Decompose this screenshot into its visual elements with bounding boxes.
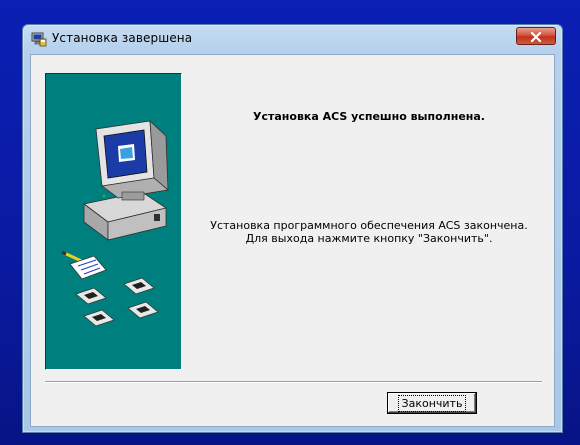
window-title: Установка завершена [52,31,193,45]
title-bar[interactable]: Установка завершена [23,25,562,53]
finish-button-label: Закончить [397,394,467,412]
message-line-1: Установка программного обеспечения ACS з… [210,219,528,232]
finish-button[interactable]: Закончить [387,392,477,414]
setup-icon [31,31,47,47]
close-button[interactable] [516,27,556,45]
separator-line [45,381,542,383]
dialog-client-area: Установка ACS успешно выполнена. Установ… [30,54,555,427]
close-icon [530,27,542,46]
setup-window: Установка завершена Установка ACS успешн… [22,24,563,433]
computer-with-disks-illustration [61,120,169,327]
completion-heading: Установка ACS успешно выполнена. [253,110,485,123]
message-line-2: Для выхода нажмите кнопку "Закончить". [245,232,493,245]
side-panel [45,73,182,370]
completion-message: Установка программного обеспечения ACS з… [183,219,555,245]
